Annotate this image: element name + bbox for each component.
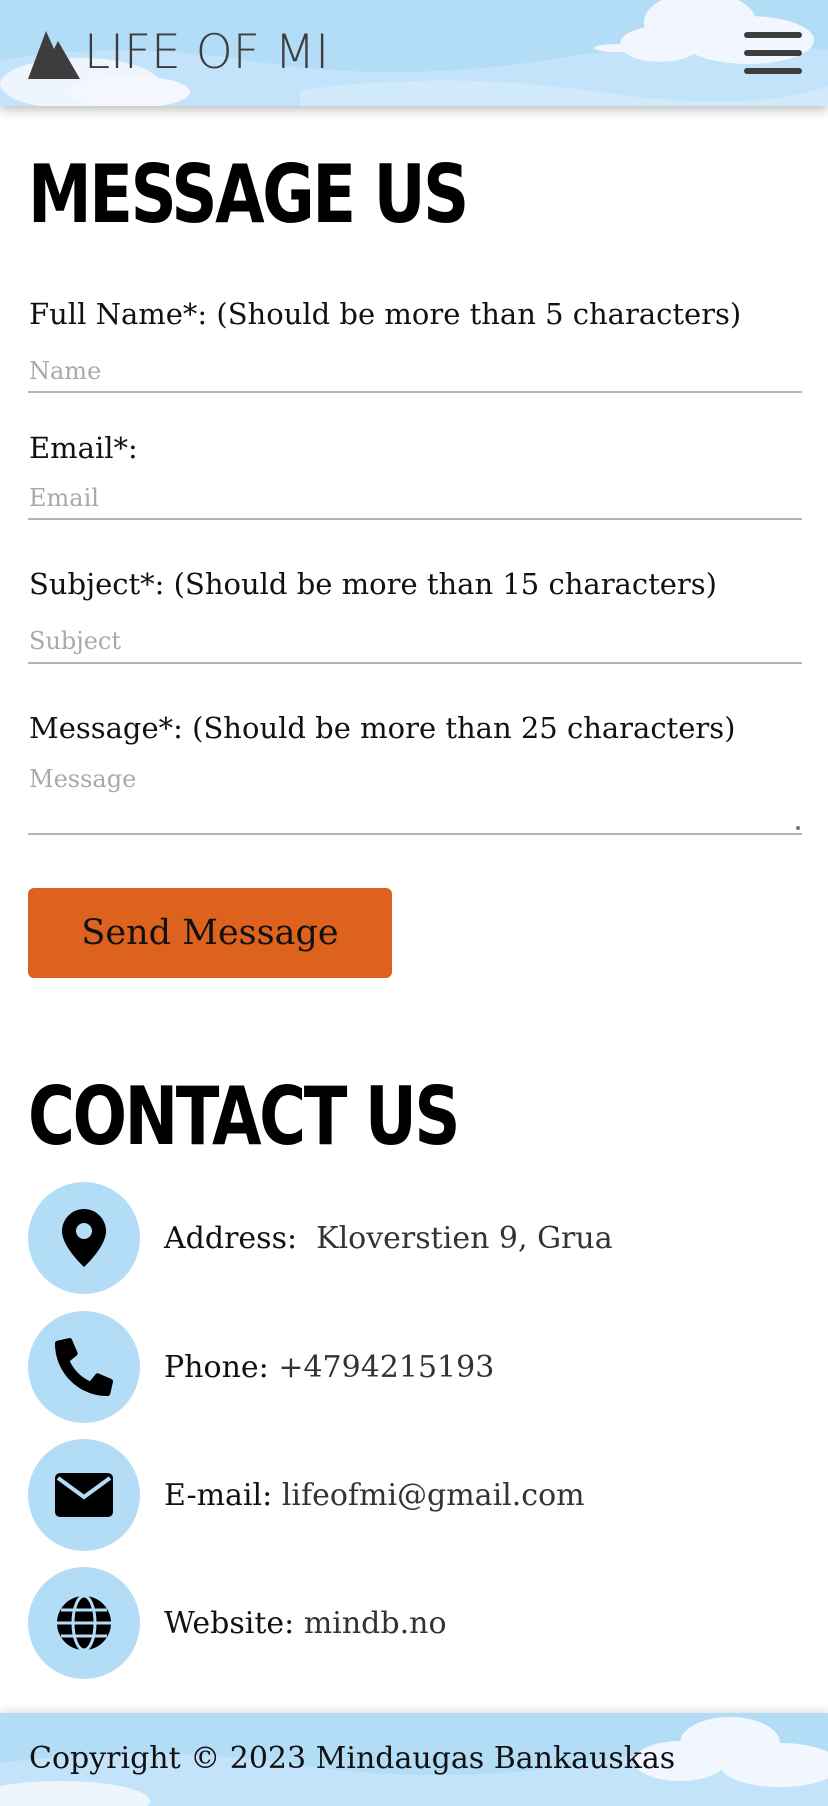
logo-text: LIFE OF MI — [84, 25, 330, 80]
hamburger-line — [744, 32, 802, 38]
site-footer: Copyright © 2023 Mindaugas Bankauskas — [0, 1713, 828, 1806]
globe-icon — [57, 1594, 111, 1652]
contact-address-row: Address: Kloverstien 9, Grua — [28, 1182, 808, 1294]
site-header: LIFE OF MI — [0, 0, 828, 106]
send-message-button[interactable]: Send Message — [28, 888, 392, 978]
contact-icon-circle — [28, 1311, 140, 1423]
website-label: Website: — [164, 1605, 295, 1641]
address-text: Address: Kloverstien 9, Grua — [164, 1221, 613, 1256]
contact-heading: CONTACT US — [28, 1070, 461, 1163]
envelope-icon — [55, 1473, 113, 1517]
phone-text: Phone: +4794215193 — [164, 1350, 494, 1385]
email-label: Email*: — [29, 431, 138, 465]
website-text: Website: mindb.no — [164, 1606, 447, 1641]
name-input[interactable] — [28, 350, 802, 393]
site-logo[interactable]: LIFE OF MI — [28, 26, 329, 80]
name-label: Full Name*: (Should be more than 5 chara… — [29, 297, 742, 331]
copyright-text: Copyright © 2023 Mindaugas Bankauskas — [29, 1741, 676, 1776]
phone-value[interactable]: +4794215193 — [278, 1350, 494, 1385]
email-input[interactable] — [28, 477, 802, 520]
phone-icon — [55, 1338, 113, 1396]
textarea-resize-handle[interactable] — [796, 826, 800, 830]
hamburger-line — [744, 50, 802, 56]
address-label: Address: — [164, 1220, 298, 1256]
contact-icon-circle — [28, 1439, 140, 1551]
map-pin-icon — [62, 1209, 106, 1267]
message-label: Message*: (Should be more than 25 charac… — [29, 711, 736, 745]
email-text: E-mail: lifeofmi@gmail.com — [164, 1478, 585, 1513]
contact-icon-circle — [28, 1567, 140, 1679]
subject-input[interactable] — [28, 620, 802, 664]
hamburger-menu-button[interactable] — [744, 30, 802, 76]
message-heading: MESSAGE US — [28, 148, 469, 241]
mountain-logo-icon — [28, 31, 80, 79]
email-link[interactable]: lifeofmi@gmail.com — [282, 1478, 585, 1513]
email-contact-label: E-mail: — [164, 1477, 273, 1513]
contact-icon-circle — [28, 1182, 140, 1294]
subject-label: Subject*: (Should be more than 15 charac… — [29, 567, 717, 601]
address-value: Kloverstien 9, Grua — [316, 1220, 613, 1256]
contact-phone-row: Phone: +4794215193 — [28, 1311, 808, 1423]
hamburger-line — [744, 68, 802, 74]
contact-email-row: E-mail: lifeofmi@gmail.com — [28, 1439, 808, 1551]
phone-label: Phone: — [164, 1349, 269, 1385]
message-textarea[interactable] — [28, 764, 802, 835]
website-link[interactable]: mindb.no — [304, 1606, 447, 1641]
contact-website-row: Website: mindb.no — [28, 1567, 808, 1679]
